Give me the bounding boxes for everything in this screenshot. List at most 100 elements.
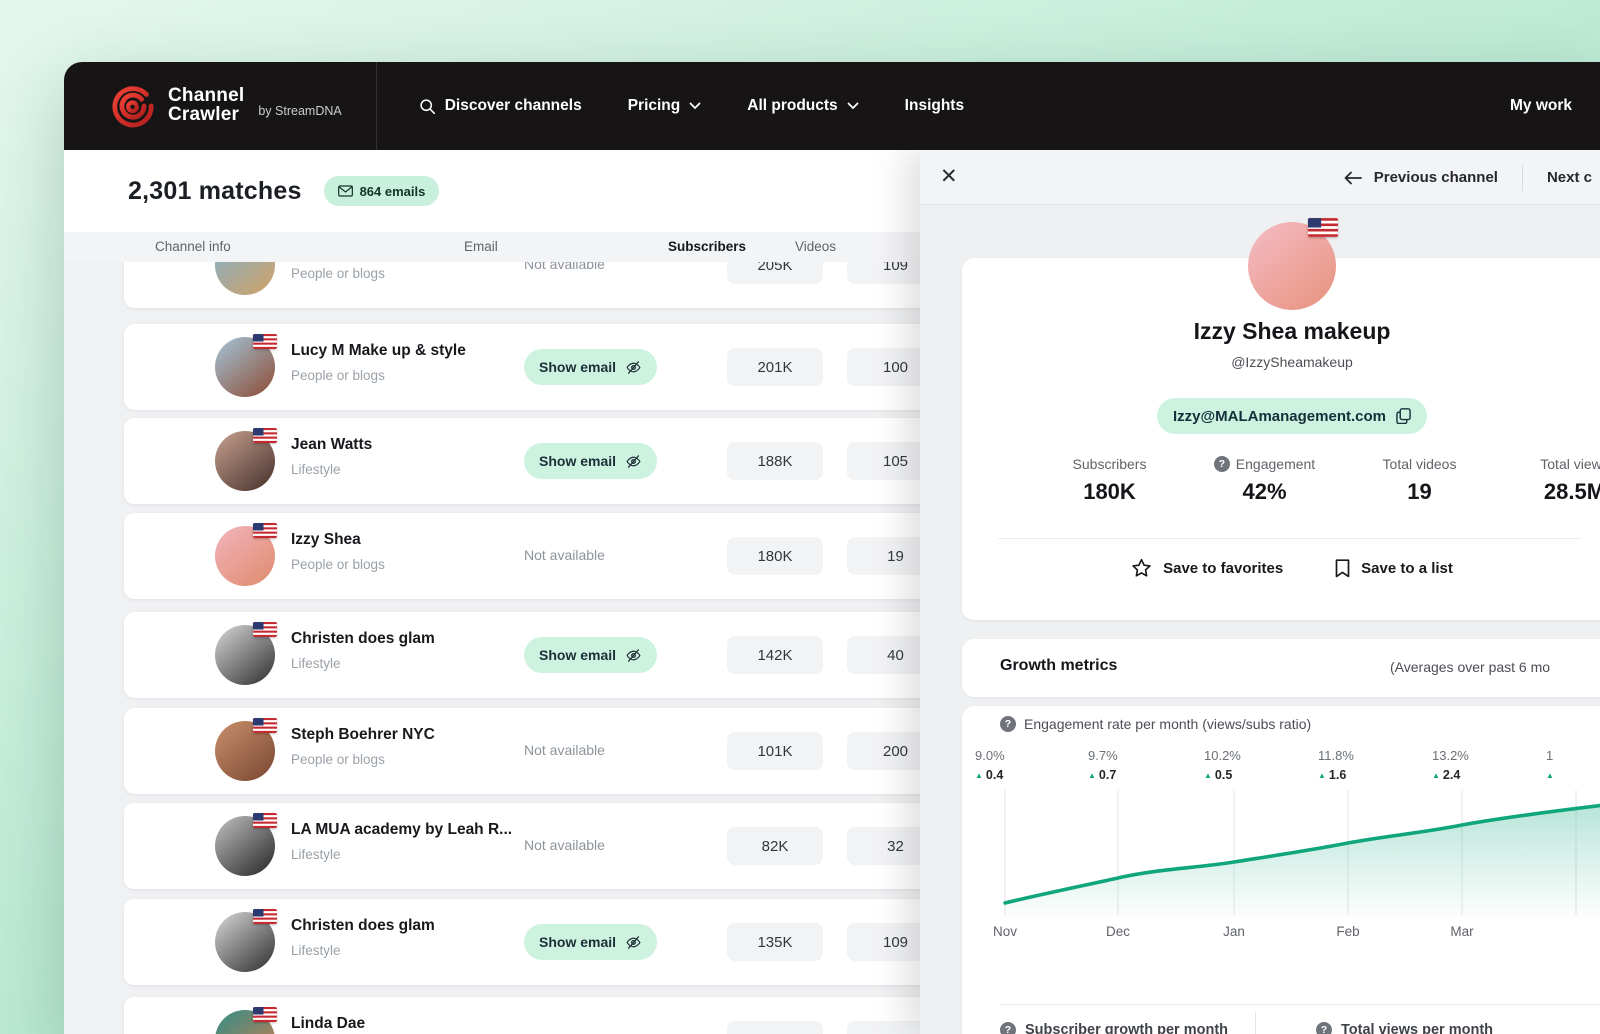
- nav-item-discover-channels[interactable]: Discover channels: [419, 97, 582, 115]
- show-email-button[interactable]: Show email: [524, 924, 658, 960]
- avatar: [215, 813, 277, 876]
- save-to-list-button[interactable]: Save to a list: [1335, 558, 1453, 578]
- table-row[interactable]: Jean Watts Lifestyle Show email 188K 105: [124, 418, 1037, 504]
- stat-total-views: Total views 28.5M: [1540, 456, 1600, 504]
- nav-item-all-products[interactable]: All products: [747, 97, 859, 115]
- growth-chart-card: ? Engagement rate per month (views/subs …: [962, 706, 1600, 1034]
- table-row[interactable]: Linda Dae: [124, 997, 964, 1034]
- top-navbar: Channel Crawler by StreamDNA Discover ch…: [64, 62, 1600, 150]
- us-flag-icon: [253, 523, 277, 538]
- column-videos[interactable]: Videos: [795, 239, 836, 254]
- chart-delta-label: ▲ 0.7: [1088, 768, 1117, 782]
- chart-value-label: 1: [1546, 748, 1554, 763]
- total-views-section-title: ? Total views per month: [1316, 1022, 1493, 1034]
- growth-metrics-note: (Averages over past 6 mo: [1390, 659, 1551, 675]
- stat-engagement: ? Engagement 42%: [1187, 456, 1342, 505]
- help-icon[interactable]: ?: [1316, 1022, 1332, 1034]
- subscribers-pill: 101K: [727, 732, 823, 770]
- show-email-button[interactable]: Show email: [524, 637, 658, 673]
- eye-off-icon: [626, 648, 641, 662]
- chart-month-label: Dec: [1105, 924, 1130, 939]
- logo-byline: by StreamDNA: [258, 104, 342, 118]
- subscribers-pill: 201K: [727, 348, 823, 386]
- avatar: [215, 1007, 277, 1034]
- brand-logo[interactable]: Channel Crawler by StreamDNA: [64, 83, 342, 129]
- emails-badge: 864 emails: [323, 176, 440, 206]
- previous-channel-button[interactable]: Previous channel: [1344, 169, 1498, 186]
- engagement-chart-title: ? Engagement rate per month (views/subs …: [1000, 716, 1311, 732]
- channel-category: People or blogs: [291, 752, 385, 767]
- column-subscribers[interactable]: Subscribers: [668, 239, 746, 254]
- card-divider: [1000, 1004, 1600, 1005]
- eye-off-icon: [626, 454, 641, 468]
- show-email-button[interactable]: Show email: [524, 443, 658, 479]
- save-to-favorites-button[interactable]: Save to favorites: [1131, 558, 1283, 578]
- column-divider: [1255, 1012, 1256, 1034]
- next-channel-button[interactable]: Next c: [1547, 169, 1592, 186]
- table-row[interactable]: Christen does glam Lifestyle Show email …: [124, 612, 1037, 698]
- chart-month-label: Nov: [992, 924, 1017, 939]
- avatar: [215, 428, 277, 491]
- us-flag-icon: [253, 813, 277, 828]
- nav-item-my-workspace[interactable]: My work: [1510, 97, 1572, 115]
- channel-category: Lifestyle: [291, 943, 341, 958]
- us-flag-icon: [253, 622, 277, 637]
- channel-category: People or blogs: [291, 368, 385, 383]
- help-icon[interactable]: ?: [1213, 456, 1230, 472]
- chart-value-label: 9.7%: [1088, 748, 1118, 763]
- growth-metrics-title: Growth metrics: [1000, 657, 1118, 674]
- stat-total-videos: Total videos 19: [1382, 456, 1457, 504]
- stats-row: Subscribers 180K ? Engagement 42% Total v…: [1032, 456, 1600, 505]
- subscribers-pill: 142K: [727, 636, 823, 674]
- channel-crawler-spiral-icon: [112, 86, 154, 128]
- chevron-down-icon: [689, 102, 701, 110]
- nav-item-pricing[interactable]: Pricing: [628, 97, 702, 115]
- panel-header: ✕ Previous channel Next c: [920, 150, 1600, 205]
- chart-delta-label: ▲: [1546, 771, 1554, 780]
- show-email-button[interactable]: Show email: [524, 349, 658, 385]
- chart-value-label: 9.0%: [975, 748, 1005, 763]
- table-row[interactable]: Izzy Shea People or blogs Not available …: [124, 513, 1037, 599]
- nav-item-insights[interactable]: Insights: [905, 97, 964, 115]
- bookmark-icon: [1335, 558, 1350, 577]
- table-row[interactable]: Steph Boehrer NYC People or blogs Not av…: [124, 708, 1037, 794]
- table-row[interactable]: Lucy M Make up & style People or blogs S…: [124, 324, 1037, 410]
- arrow-left-icon: [1344, 171, 1362, 184]
- table-row[interactable]: Christen does glam Lifestyle Show email …: [124, 899, 1037, 985]
- help-icon[interactable]: ?: [1000, 1022, 1016, 1034]
- eye-off-icon: [626, 935, 641, 949]
- avatar: [215, 718, 277, 781]
- chart-month-label: Mar: [1450, 924, 1474, 939]
- subscribers-pill: 82K: [727, 827, 823, 865]
- channel-category: Lifestyle: [291, 656, 341, 671]
- channel-name: Christen does glam: [291, 917, 435, 934]
- us-flag-icon: [253, 909, 277, 924]
- profile-avatar: [1248, 218, 1338, 310]
- subscriber-growth-section-title: ? Subscriber growth per month: [1000, 1022, 1228, 1034]
- help-icon[interactable]: ?: [1000, 716, 1016, 732]
- email-status: Not available: [524, 547, 605, 563]
- chart-month-label: Feb: [1336, 924, 1360, 939]
- chart-value-label: 11.8%: [1318, 748, 1354, 763]
- email-status: Not available: [524, 742, 605, 758]
- avatar: [215, 334, 277, 397]
- channel-email-button[interactable]: Izzy@MALAmanagement.com: [1157, 398, 1427, 434]
- channel-detail-panel: ✕ Previous channel Next c Izzy Shea make…: [920, 150, 1600, 1034]
- chart-value-label: 13.2%: [1432, 748, 1469, 763]
- eye-off-icon: [626, 360, 641, 374]
- table-row[interactable]: LA MUA academy by Leah R... Lifestyle No…: [124, 803, 1037, 889]
- chart-delta-label: ▲ 1.6: [1318, 768, 1347, 782]
- us-flag-icon: [253, 428, 277, 443]
- channel-title: Izzy Shea makeup: [1193, 318, 1391, 344]
- subscribers-pill: 188K: [727, 442, 823, 480]
- chevron-down-icon: [847, 102, 859, 110]
- channel-name: LA MUA academy by Leah R...: [291, 821, 513, 838]
- chart-delta-label: ▲ 2.4: [1432, 768, 1461, 782]
- chart-value-label: 10.2%: [1204, 748, 1241, 763]
- logo-text-line2: Crawler: [168, 104, 240, 125]
- card-divider: [998, 538, 1582, 539]
- close-icon[interactable]: ✕: [940, 164, 958, 189]
- app-window: Channel Crawler by StreamDNA Discover ch…: [64, 62, 1600, 1034]
- matches-count: 2,301 matches: [128, 176, 302, 205]
- us-flag-icon: [1308, 218, 1338, 237]
